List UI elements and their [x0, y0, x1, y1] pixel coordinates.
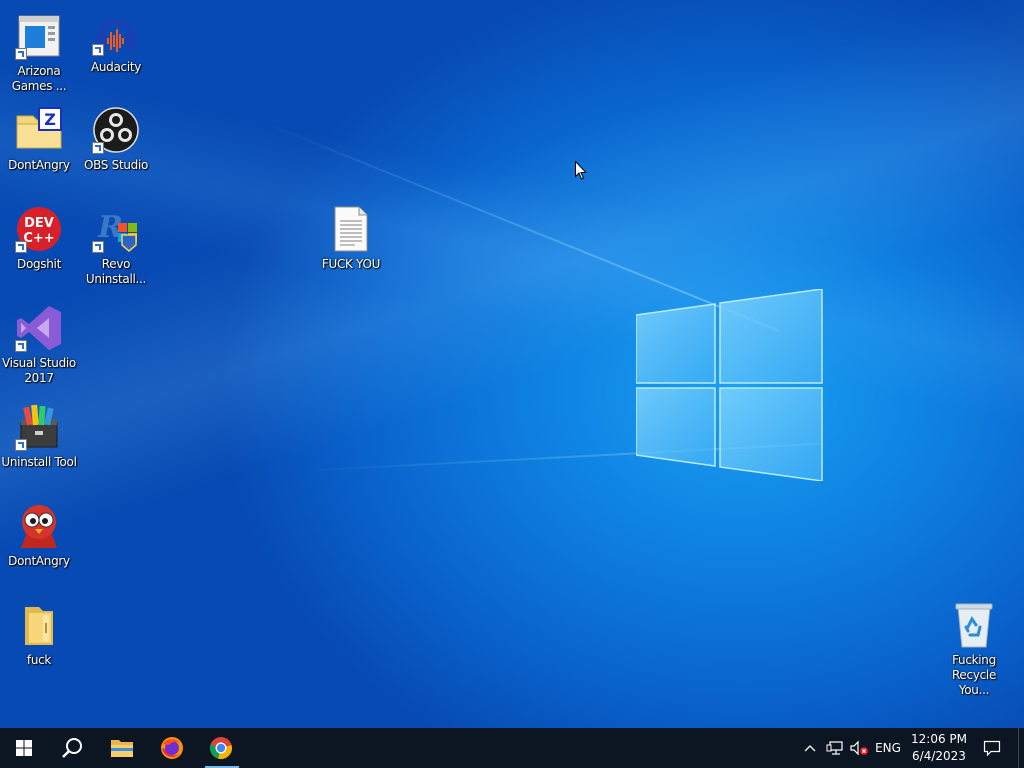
zip-archive-icon: Z	[16, 107, 62, 149]
svg-text:DEV: DEV	[24, 216, 54, 231]
desktop-icon-folder-fuck[interactable]: fuck	[1, 601, 77, 668]
taskbar-chrome[interactable]	[197, 728, 245, 768]
shortcut-arrow-icon	[92, 241, 104, 253]
desktop-icon-label: Visual Studio 2017	[2, 356, 76, 385]
input-language-indicator[interactable]: ENG	[873, 728, 903, 768]
shortcut-arrow-icon	[15, 48, 27, 60]
text-file-icon	[334, 206, 368, 252]
folder-icon	[111, 740, 133, 757]
desktop-icon-revo-uninstaller[interactable]: R Revo Uninstall...	[78, 205, 154, 287]
folder-icon	[25, 607, 53, 645]
network-icon	[826, 741, 843, 755]
chrome-icon	[209, 737, 232, 759]
search-icon	[62, 738, 82, 758]
desktop-icon-dontangry-app[interactable]: DontAngry	[1, 502, 77, 569]
show-desktop-button[interactable]	[1018, 728, 1024, 768]
desktop-icon-label: Revo Uninstall...	[85, 257, 147, 286]
taskbar-file-explorer[interactable]	[98, 728, 146, 768]
desktop-icon-dogshit[interactable]: DEV C++ Dogshit	[1, 205, 77, 272]
windows-start-icon	[16, 740, 32, 756]
desktop-icon-label: DontAngry	[8, 158, 70, 172]
action-center-button[interactable]	[978, 728, 1006, 768]
desktop-icon-label: Arizona Games ...	[11, 64, 67, 93]
desktop-icon-text-file[interactable]: FUCK YOU	[313, 205, 389, 272]
desktop-icon-label: FUCK YOU	[321, 257, 381, 271]
recycle-bin-icon	[955, 603, 993, 648]
shortcut-arrow-icon	[15, 241, 27, 253]
clock-date: 6/4/2023	[912, 749, 966, 763]
shortcut-arrow-icon	[92, 44, 104, 56]
clock-button[interactable]: 12:06 PM 6/4/2023	[905, 728, 973, 768]
taskbar: ENG 12:06 PM 6/4/2023	[0, 728, 1024, 768]
volume-button[interactable]	[847, 728, 871, 768]
svg-text:C++: C++	[23, 231, 54, 246]
desktop-icon-visual-studio[interactable]: Visual Studio 2017	[1, 304, 77, 386]
desktop-icon-obs-studio[interactable]: OBS Studio	[78, 106, 154, 173]
desktop-icon-label: Dogshit	[17, 257, 61, 271]
desktop-icon-audacity[interactable]: Audacity	[78, 8, 154, 75]
windows-logo-wallpaper	[636, 289, 823, 481]
desktop-icon-dontangry-archive[interactable]: Z DontAngry	[1, 106, 77, 173]
shortcut-arrow-icon	[15, 439, 27, 451]
desktop-icon-label: Fucking Recycle You...	[951, 653, 997, 697]
svg-text:Z: Z	[44, 110, 56, 129]
volume-muted-icon	[850, 740, 868, 756]
firefox-icon	[161, 737, 183, 759]
desktop-icon-uninstall-tool[interactable]: Uninstall Tool	[1, 403, 77, 470]
shortcut-arrow-icon	[15, 340, 27, 352]
taskbar-firefox[interactable]	[148, 728, 196, 768]
chevron-up-icon	[804, 745, 816, 752]
desktop-icon-arizona-games[interactable]: Arizona Games ...	[1, 12, 77, 94]
desktop-icon-label: Audacity	[90, 60, 142, 74]
desktop-icon-recycle-bin[interactable]: Fucking Recycle You...	[936, 601, 1012, 698]
start-button[interactable]	[0, 728, 48, 768]
shortcut-arrow-icon	[92, 142, 104, 154]
show-hidden-icons-button[interactable]	[800, 728, 820, 768]
search-button[interactable]	[48, 728, 96, 768]
notification-icon	[983, 740, 1001, 756]
desktop[interactable]: Arizona Games ... Audacity Z DontAngry O…	[0, 0, 1024, 728]
desktop-icon-label: DontAngry	[8, 554, 70, 568]
network-button[interactable]	[823, 728, 847, 768]
clock-time: 12:06 PM	[911, 732, 967, 746]
desktop-icon-label: fuck	[26, 653, 52, 667]
red-bird-icon	[21, 505, 57, 548]
mouse-cursor-icon	[575, 161, 587, 180]
desktop-icon-label: OBS Studio	[83, 158, 149, 172]
desktop-icon-label: Uninstall Tool	[1, 455, 77, 469]
